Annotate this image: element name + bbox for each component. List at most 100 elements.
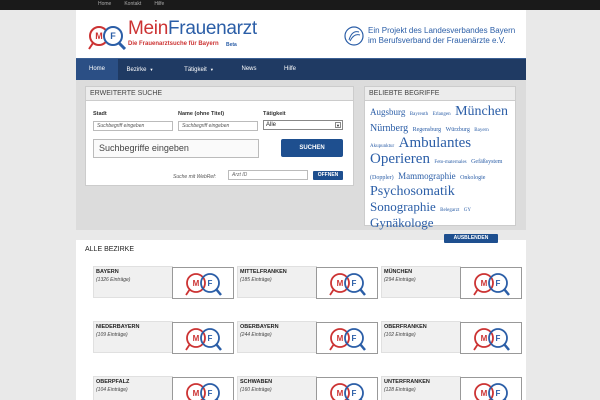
tag-link[interactable]: Würzburg [446,127,470,133]
district-count: (1326 Einträge) [96,277,131,283]
nav-bezirke[interactable]: Bezirke ▼ [118,59,162,80]
name-label: Name (ohne Titel) [178,111,225,117]
svg-text:M: M [193,389,200,398]
tag-link[interactable]: Onkologie [460,175,485,181]
tag-link[interactable]: Feto-maternales [434,160,466,165]
district-thumbnail[interactable]: MF [460,267,522,299]
svg-text:M: M [481,279,488,288]
logo-frauenarzt: Frauenarzt [167,18,257,39]
district-card[interactable]: BAYERN (1326 Einträge) M F [93,266,234,299]
tag-link[interactable]: Erlangen [433,112,451,117]
svg-text:F: F [352,279,357,288]
svg-text:M: M [193,334,200,343]
district-name: OBERPFALZ [96,379,130,385]
webref-input[interactable]: Arzt ID [228,170,308,180]
hide-districts-button[interactable]: AUSBLENDEN [444,234,498,243]
svg-text:M: M [337,389,344,398]
district-card[interactable]: MÜNCHEN (294 Einträge) M F [381,266,522,299]
district-count: (160 Einträge) [240,387,272,393]
search-button[interactable]: SUCHEN [281,139,343,157]
project-line-2: im Berufsverband der Frauenärzte e.V. [368,36,506,45]
district-thumbnail[interactable]: MF [316,322,378,354]
district-count: (102 Einträge) [384,332,416,338]
svg-text:F: F [352,334,357,343]
project-line-1: Ein Projekt des Landesverbandes Bayern [368,26,516,35]
logo-badge-letter-m: M [95,31,103,41]
district-name: NIEDERBAYERN [96,324,140,330]
svg-text:M: M [193,279,200,288]
district-count: (294 Einträge) [384,277,416,283]
tag-link[interactable]: Gynäkologe [370,215,434,230]
district-card[interactable]: MITTELFRANKEN (185 Einträge) M F [237,266,378,299]
tag-link[interactable]: Sonographie [370,199,436,214]
tag-link[interactable]: Mammographie [398,171,456,181]
district-count: (104 Einträge) [96,387,128,393]
open-button[interactable]: OFFNEN [313,171,343,180]
tag-link[interactable]: Nürnberg [370,123,408,134]
nav-hilfe-label: Hilfe [283,66,296,72]
nav-taetigkeit[interactable]: Tätigkeit ▼ [174,59,224,80]
svg-text:F: F [208,334,213,343]
chevron-down-icon: ▼ [335,122,341,128]
tag-cloud: Augsburg Bayreuth Erlangen München Nürnb… [365,101,515,233]
tag-link[interactable]: Bayreuth [410,112,428,117]
logo-badge-icon: MF [185,273,222,296]
nav-home-label: Home [88,66,105,72]
nav-news[interactable]: News [236,59,262,80]
top-link-hilfe[interactable]: Hilfe [154,1,164,7]
logo-subtitle: Die Frauenarztsuche für Bayern [128,41,219,47]
popular-terms-title: BELIEBTE BEGRIFFE [365,87,515,101]
svg-text:F: F [496,334,501,343]
tag-link[interactable]: Psychosomatik [370,184,455,199]
logo-mein: Mein [128,18,168,39]
tag-link[interactable]: Belegarzt [440,208,459,213]
tag-link[interactable]: Bayern [474,128,488,133]
taetigkeit-label: Tätigkeit [263,111,286,117]
tag-link[interactable]: Augsburg [370,107,405,117]
svg-text:F: F [496,389,501,398]
tag-link[interactable]: GY [464,208,471,213]
district-card[interactable]: UNTERFRANKEN (128 Einträge) M F [381,376,522,400]
district-thumbnail[interactable]: MF [460,377,522,400]
top-link-kontakt[interactable]: Kontakt [124,1,141,7]
district-card[interactable]: OBERPFALZ (104 Einträge) M F [93,376,234,400]
name-input[interactable]: Suchbegriff eingeben [178,121,258,131]
tag-link[interactable]: Regensburg [413,127,442,133]
svg-text:M: M [481,389,488,398]
svg-text:F: F [352,389,357,398]
tag-link[interactable]: München [455,104,508,119]
district-name: SCHWABEN [240,379,273,385]
stadt-input[interactable]: Suchbegriff eingeben [93,121,173,131]
popular-terms-panel: BELIEBTE BEGRIFFE Augsburg Bayreuth Erla… [364,86,516,229]
nav-hilfe[interactable]: Hilfe [278,59,302,80]
taetigkeit-select[interactable]: Alle ▼ [263,120,343,130]
district-thumbnail[interactable]: MF [172,267,234,299]
site-header: M F MeinFrauenarzt Die Frauenarztsuche f… [76,10,526,58]
district-card[interactable]: NIEDERBAYERN (109 Einträge) M F [93,321,234,354]
main-search-input[interactable]: Suchbegriffe eingeben [93,139,259,158]
district-name: MÜNCHEN [384,269,413,275]
district-card[interactable]: SCHWABEN (160 Einträge) M F [237,376,378,400]
advanced-search-title: ERWEITERTE SUCHE [86,87,353,101]
taetigkeit-select-value: Alle [266,122,277,128]
district-thumbnail[interactable]: MF [172,377,234,400]
district-name: MITTELFRANKEN [240,269,287,275]
svg-text:M: M [337,334,344,343]
district-count: (185 Einträge) [240,277,272,283]
district-thumbnail[interactable]: MF [316,377,378,400]
district-name: BAYERN [96,269,119,275]
tag-link[interactable]: Akupunktur [370,144,394,149]
chevron-down-icon: ▼ [149,67,154,72]
districts-title: ALLE BEZIRKE [85,246,135,253]
top-link-home[interactable]: Home [98,1,111,7]
district-thumbnail[interactable]: MF [316,267,378,299]
nav-bezirke-label: Bezirke [126,67,147,73]
site-logo-title[interactable]: MeinFrauenarzt [128,18,257,40]
district-card[interactable]: OBERBAYERN (244 Einträge) M F [237,321,378,354]
nav-home[interactable]: Home [76,59,118,80]
nav-news-label: News [241,66,257,72]
district-thumbnail[interactable]: MF [172,322,234,354]
district-thumbnail[interactable]: MF [460,322,522,354]
logo-badge-icon[interactable]: M F [88,24,130,50]
district-card[interactable]: OBERFRANKEN (102 Einträge) M F [381,321,522,354]
